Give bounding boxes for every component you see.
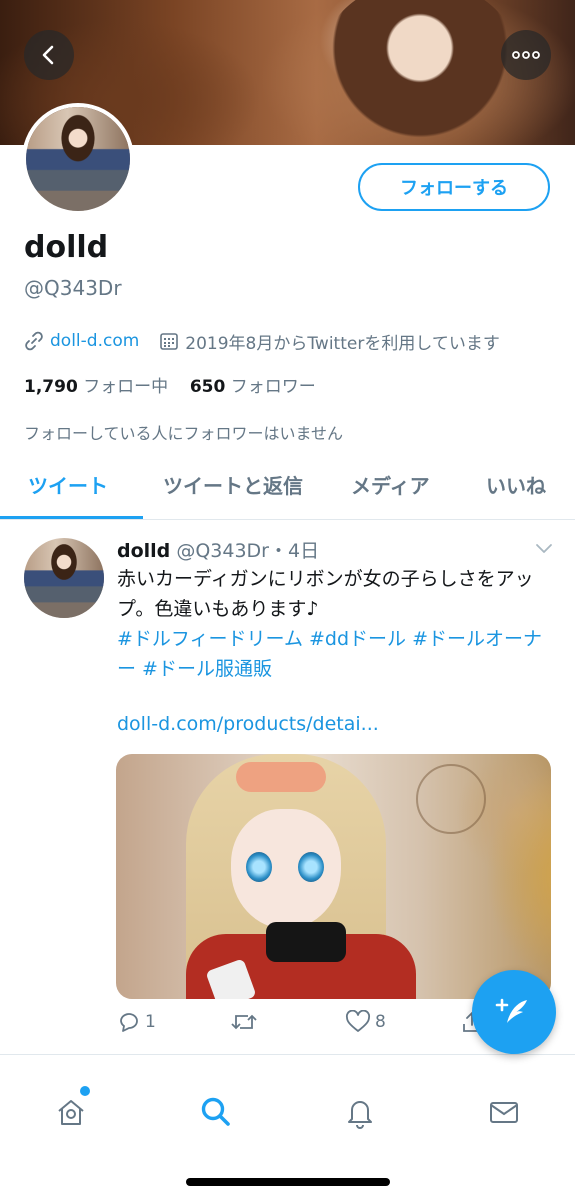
link-icon [25, 331, 43, 351]
tweet-text: 赤いカーディガンにリボンが女の子らしさをアップ。色違いもあります♪ #ドルフィー… [117, 564, 557, 684]
compose-feather-icon [495, 998, 527, 1023]
chevron-down-icon[interactable] [535, 542, 553, 554]
profile-display-name: dolld [24, 230, 109, 265]
nav-search[interactable] [196, 1092, 236, 1132]
reply-icon [120, 1013, 138, 1032]
back-button[interactable] [24, 30, 74, 80]
heart-icon [346, 1010, 370, 1032]
bell-icon [348, 1101, 372, 1129]
more-options-button[interactable] [501, 30, 551, 80]
image-studio-logo [416, 764, 486, 834]
tweet-body-text: 赤いカーディガンにリボンが女の子らしさをアップ。色違いもあります♪ [117, 568, 534, 620]
tab-media[interactable]: メディア [351, 470, 430, 499]
join-date-text: 2019年8月からTwitterを利用しています [185, 333, 500, 354]
nav-home[interactable] [51, 1092, 91, 1132]
reply-button[interactable]: 1 [117, 1010, 156, 1034]
image-heart-glasses [236, 762, 326, 792]
chevron-left-icon [42, 45, 54, 65]
reply-count: 1 [145, 1012, 156, 1032]
follow-counts: 1,790 フォロー中 650 フォロワー [24, 372, 316, 397]
tab-tweets[interactable]: ツイート [28, 470, 108, 499]
followers-count: 650 [189, 377, 226, 397]
profile-meta: doll-d.com 2019年8月からTwitterを利用しています [24, 328, 500, 354]
image-doll-eye [298, 852, 324, 882]
nav-notifications[interactable] [340, 1092, 380, 1132]
tweet-author-name[interactable]: dolld [117, 540, 170, 562]
profile-website-link[interactable]: doll-d.com [50, 331, 139, 351]
bottom-navigation [0, 1072, 575, 1200]
tweet-media-image[interactable] [116, 754, 551, 999]
retweet-button[interactable] [230, 1010, 258, 1034]
tweet-handle-time: @Q343Dr・4日 [176, 540, 320, 562]
avatar-image [26, 107, 130, 211]
mutual-followers-note: フォローしている人にフォロワーはいません [24, 424, 344, 443]
tweet-header: dolld @Q343Dr・4日 [117, 536, 319, 563]
image-doll-eye [246, 852, 272, 882]
follow-button[interactable]: フォローする [358, 163, 550, 211]
home-icon [58, 1100, 84, 1125]
image-doll-bow [266, 922, 346, 962]
tweet-avatar[interactable] [24, 538, 104, 618]
profile-tabs: ツイート ツイートと返信 メディア いいね [0, 460, 575, 520]
like-count: 8 [375, 1012, 386, 1032]
join-date: 2019年8月からTwitterを利用しています [159, 329, 500, 354]
profile-avatar[interactable] [22, 103, 134, 215]
active-tab-indicator [0, 516, 143, 519]
following-link[interactable]: 1,790 フォロー中 [24, 377, 168, 397]
followers-label: フォロワー [230, 377, 316, 397]
tab-tweets-and-replies[interactable]: ツイートと返信 [163, 470, 303, 499]
mail-icon [490, 1102, 518, 1123]
banner-doll-image [320, 0, 520, 145]
following-label: フォロー中 [83, 377, 169, 397]
home-indicator-bar [186, 1178, 390, 1186]
nav-messages[interactable] [484, 1092, 524, 1132]
tweet-url-link[interactable]: doll-d.com/products/detai... [117, 713, 379, 735]
profile-handle: @Q343Dr [24, 276, 122, 300]
tweet-hashtags[interactable]: #ドルフィードリーム #ddドール #ドールオーナー #ドール服通販 [117, 628, 542, 680]
like-button[interactable]: 8 [345, 1010, 386, 1034]
retweet-icon [231, 1014, 257, 1030]
following-count: 1,790 [24, 377, 78, 397]
calendar-icon [160, 333, 179, 350]
followers-link[interactable]: 650 フォロワー [190, 377, 316, 397]
more-dots-icon [512, 51, 540, 59]
home-notification-dot [80, 1086, 90, 1096]
compose-tweet-button[interactable] [472, 970, 556, 1054]
tab-likes[interactable]: いいね [486, 470, 546, 499]
tweet-avatar-image [24, 538, 104, 618]
tweet-divider [0, 1054, 575, 1055]
search-icon [201, 1097, 230, 1126]
